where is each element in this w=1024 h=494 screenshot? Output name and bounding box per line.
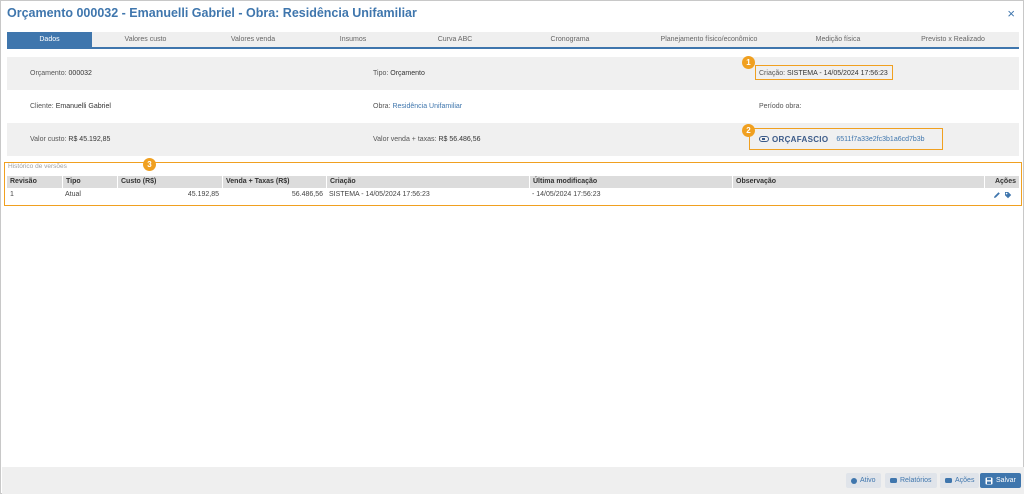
history-table-header: Revisão Tipo Custo (R$) Venda + Taxas (R…: [7, 176, 1019, 188]
col-tipo[interactable]: Tipo: [62, 176, 117, 188]
periodo-label: Período obra:: [759, 103, 802, 110]
orcamento-value: 000032: [68, 70, 92, 77]
tipo-value: Orçamento: [390, 70, 425, 77]
tab-valores-custo[interactable]: Valores custo: [92, 32, 199, 47]
cell-ultima-modificacao: - 14/05/2024 17:56:23: [532, 191, 601, 198]
orcamento-field: Orçamento: 000032: [30, 57, 92, 90]
col-ultima-modificacao[interactable]: Última modificação: [529, 176, 732, 188]
cell-criacao: SISTEMA - 14/05/2024 17:56:23: [329, 191, 430, 198]
ativo-button[interactable]: Ativo: [846, 473, 881, 488]
budget-window: Orçamento 000032 - Emanuelli Gabriel - O…: [0, 0, 1024, 494]
callout-badge-1: 1: [742, 56, 755, 69]
tab-valores-venda[interactable]: Valores venda: [199, 32, 307, 47]
tipo-field: Tipo: Orçamento: [373, 57, 425, 90]
col-acoes: Ações: [984, 176, 1019, 188]
status-dot-icon: [851, 477, 857, 484]
window-title: Orçamento 000032 - Emanuelli Gabriel - O…: [7, 6, 417, 20]
save-disk-icon: [985, 477, 993, 484]
highlight-creation: [755, 65, 893, 80]
row-actions: [993, 189, 1012, 201]
col-venda[interactable]: Venda + Taxas (R$): [222, 176, 326, 188]
reports-icon: [890, 478, 897, 483]
valor-venda-label: Valor venda + taxas:: [373, 136, 437, 143]
cell-tipo: Atual: [65, 191, 81, 198]
orcamento-label: Orçamento:: [30, 70, 67, 77]
obra-link[interactable]: Residência Unifamiliar: [392, 103, 462, 110]
save-label: Salvar: [996, 477, 1016, 484]
tab-medicao-fisica[interactable]: Medição física: [789, 32, 887, 47]
edit-pencil-icon[interactable]: [993, 191, 1001, 199]
info-row-2: Cliente: Emanuelli Gabriel Obra: Residên…: [7, 90, 1019, 123]
valor-custo-value: R$ 45.192,85: [68, 136, 111, 143]
callout-badge-3: 3: [143, 158, 156, 171]
tab-previsto-realizado[interactable]: Previsto x Realizado: [887, 32, 1019, 47]
acoes-label: Ações: [955, 477, 975, 484]
acoes-button[interactable]: Ações: [940, 473, 980, 488]
history-title: Histórico de versões: [8, 163, 67, 170]
cell-observacao: [732, 189, 984, 201]
close-icon[interactable]: ×: [1007, 6, 1015, 21]
valor-venda-value: R$ 56.486,56: [438, 136, 481, 143]
col-observacao[interactable]: Observação: [732, 176, 984, 188]
highlight-orcafascio: [749, 128, 943, 150]
col-criacao[interactable]: Criação: [326, 176, 529, 188]
cell-venda: 56.486,56: [291, 191, 323, 198]
tab-dados[interactable]: Dados: [7, 32, 92, 47]
callout-badge-2: 2: [742, 124, 755, 137]
tab-curva-abc[interactable]: Curva ABC: [399, 32, 511, 47]
valor-venda-field: Valor venda + taxas: R$ 56.486,56: [373, 123, 481, 156]
relatorios-label: Relatórios: [900, 477, 932, 484]
tab-bar: Dados Valores custo Valores venda Insumo…: [7, 32, 1019, 49]
ativo-label: Ativo: [860, 477, 876, 484]
valor-custo-label: Valor custo:: [30, 136, 67, 143]
col-revisao[interactable]: Revisão: [7, 176, 62, 188]
obra-label: Obra:: [373, 103, 391, 110]
periodo-field: Período obra:: [759, 90, 801, 123]
title-bar: Orçamento 000032 - Emanuelli Gabriel - O…: [1, 1, 1023, 27]
table-row[interactable]: 1 Atual 45.192,85 56.486,56 SISTEMA - 14…: [7, 189, 1019, 202]
cliente-label: Cliente:: [30, 103, 54, 110]
cell-custo: 45.192,85: [187, 191, 219, 198]
relatorios-button[interactable]: Relatórios: [885, 473, 937, 488]
obra-field: Obra: Residência Unifamiliar: [373, 90, 462, 123]
cell-revisao: 1: [10, 191, 14, 198]
col-custo[interactable]: Custo (R$): [117, 176, 222, 188]
tab-cronograma[interactable]: Cronograma: [511, 32, 629, 47]
cliente-value: Emanuelli Gabriel: [55, 103, 111, 110]
valor-custo-field: Valor custo: R$ 45.192,85: [30, 123, 110, 156]
tab-insumos[interactable]: Insumos: [307, 32, 399, 47]
cliente-field: Cliente: Emanuelli Gabriel: [30, 90, 111, 123]
actions-icon: [945, 478, 952, 483]
tipo-label: Tipo:: [373, 70, 389, 77]
save-button[interactable]: Salvar: [980, 473, 1021, 488]
tab-planejamento[interactable]: Planejamento físico/econômico: [629, 32, 789, 47]
tag-icon[interactable]: [1004, 191, 1012, 199]
